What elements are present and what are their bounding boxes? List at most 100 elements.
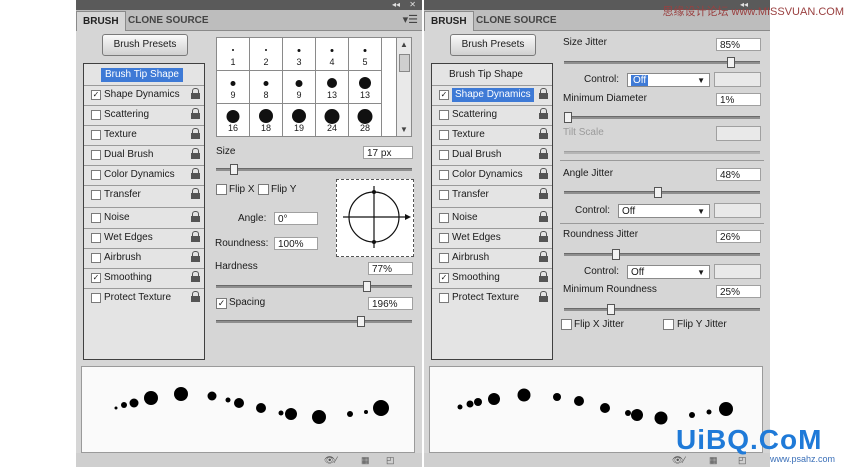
option-protect-texture[interactable]: Protect Texture [432,289,552,307]
flip-x-jitter-checkbox[interactable] [561,319,572,330]
min-roundness-field[interactable]: 25% [716,285,761,298]
brush-presets-button[interactable]: Brush Presets [450,34,536,56]
angle-jitter-slider[interactable] [564,187,760,198]
checkbox-wet-edges[interactable] [91,233,101,243]
lock-icon[interactable] [538,291,549,303]
brush-tip-cell[interactable]: 5 [349,38,382,71]
checkbox-color-dynamics[interactable] [91,170,101,180]
option-transfer[interactable]: Transfer [84,186,204,204]
lock-icon[interactable] [190,271,201,283]
angle-jitter-field[interactable]: 48% [716,168,761,181]
lock-icon[interactable] [190,88,201,100]
lock-icon[interactable] [538,108,549,120]
spacing-checkbox[interactable]: ✓ [216,298,227,309]
option-noise[interactable]: Noise [84,209,204,227]
checkbox-wet-edges[interactable] [439,233,449,243]
slider-thumb[interactable] [727,57,735,68]
option-noise[interactable]: Noise [432,209,552,227]
checkbox-protect-texture[interactable] [439,293,449,303]
control-dropdown-2[interactable]: Off ▼ [618,204,710,218]
size-slider[interactable] [216,164,412,175]
tab-clone-source[interactable]: CLONE SOURCE [470,11,563,30]
brush-tip-cell[interactable]: 19 [283,104,316,137]
option-transfer[interactable]: Transfer [432,186,552,204]
grid-icon[interactable]: ▦ [361,455,370,466]
checkbox-smoothing[interactable]: ✓ [91,273,101,283]
checkbox-scattering[interactable] [91,110,101,120]
slider-thumb[interactable] [654,187,662,198]
option-scattering[interactable]: Scattering [84,106,204,124]
lock-icon[interactable] [190,291,201,303]
control-dropdown-3[interactable]: Off ▼ [627,265,710,279]
option-dual-brush[interactable]: Dual Brush [84,146,204,164]
checkbox-noise[interactable] [439,213,449,223]
checkbox-texture[interactable] [439,130,449,140]
panel-title-bar[interactable]: ◂◂ ✕ [76,0,422,10]
slider-thumb[interactable] [363,281,371,292]
tip-grid-scrollbar[interactable]: ▲ ▼ [396,37,412,137]
lock-icon[interactable] [538,211,549,223]
eye-brush-icon[interactable]: 👁⁄ [672,455,685,466]
option-wet-edges[interactable]: Wet Edges [432,229,552,247]
option-smoothing[interactable]: ✓ Smoothing [84,269,204,287]
checkbox-transfer[interactable] [439,190,449,200]
brush-tip-cell[interactable]: 4 [316,38,349,71]
new-preset-icon[interactable]: ◰ [386,455,395,466]
grid-icon[interactable]: ▦ [709,455,718,466]
lock-icon[interactable] [190,188,201,200]
new-preset-icon[interactable]: ◰ [738,455,747,466]
checkbox-shape-dynamics[interactable]: ✓ [91,90,101,100]
option-shape-dynamics[interactable]: ✓ Shape Dynamics [84,86,204,104]
checkbox-dual-brush[interactable] [439,150,449,160]
checkbox-protect-texture[interactable] [91,293,101,303]
min-diameter-slider[interactable] [564,112,760,123]
checkbox-noise[interactable] [91,213,101,223]
tab-brush[interactable]: BRUSH [76,11,126,31]
brush-tip-cell[interactable]: 2 [250,38,283,71]
option-dual-brush[interactable]: Dual Brush [432,146,552,164]
option-color-dynamics[interactable]: Color Dynamics [432,166,552,184]
checkbox-color-dynamics[interactable] [439,170,449,180]
eye-brush-icon[interactable]: 👁⁄ [324,455,337,466]
tab-clone-source[interactable]: CLONE SOURCE [122,11,215,30]
brush-tip-cell[interactable]: 13 [349,71,382,104]
brush-tip-cell[interactable]: 24 [316,104,349,137]
option-airbrush[interactable]: Airbrush [84,249,204,267]
size-field[interactable]: 17 px [363,146,413,159]
option-color-dynamics[interactable]: Color Dynamics [84,166,204,184]
flip-x-checkbox[interactable] [216,184,227,195]
slider-thumb[interactable] [612,249,620,260]
lock-icon[interactable] [538,231,549,243]
option-wet-edges[interactable]: Wet Edges [84,229,204,247]
slider-thumb[interactable] [357,316,365,327]
roundness-jitter-slider[interactable] [564,249,760,260]
hardness-slider[interactable] [216,281,412,292]
brush-presets-button[interactable]: Brush Presets [102,34,188,56]
collapse-icon[interactable]: ◂◂ [392,0,400,10]
option-brush-tip-shape[interactable]: Brush Tip Shape [432,66,552,84]
checkbox-scattering[interactable] [439,110,449,120]
checkbox-shape-dynamics[interactable]: ✓ [439,90,449,100]
brush-tip-cell[interactable]: 28 [349,104,382,137]
lock-icon[interactable] [190,108,201,120]
lock-icon[interactable] [190,231,201,243]
checkbox-transfer[interactable] [91,190,101,200]
brush-tip-cell[interactable]: 18 [250,104,283,137]
control-dropdown-1[interactable]: Off ▼ [627,73,710,87]
checkbox-texture[interactable] [91,130,101,140]
close-icon[interactable]: ✕ [409,0,416,10]
scroll-up-icon[interactable]: ▲ [400,40,408,49]
checkbox-dual-brush[interactable] [91,150,101,160]
size-jitter-field[interactable]: 85% [716,38,761,51]
min-diameter-field[interactable]: 1% [716,93,761,106]
roundness-field[interactable]: 100% [274,237,318,250]
lock-icon[interactable] [190,148,201,160]
lock-icon[interactable] [190,128,201,140]
lock-icon[interactable] [538,271,549,283]
lock-icon[interactable] [190,251,201,263]
brush-tip-cell[interactable]: 9 [283,71,316,104]
brush-tip-cell[interactable]: 3 [283,38,316,71]
brush-tip-cell[interactable]: 8 [250,71,283,104]
option-smoothing[interactable]: ✓ Smoothing [432,269,552,287]
slider-thumb[interactable] [607,304,615,315]
